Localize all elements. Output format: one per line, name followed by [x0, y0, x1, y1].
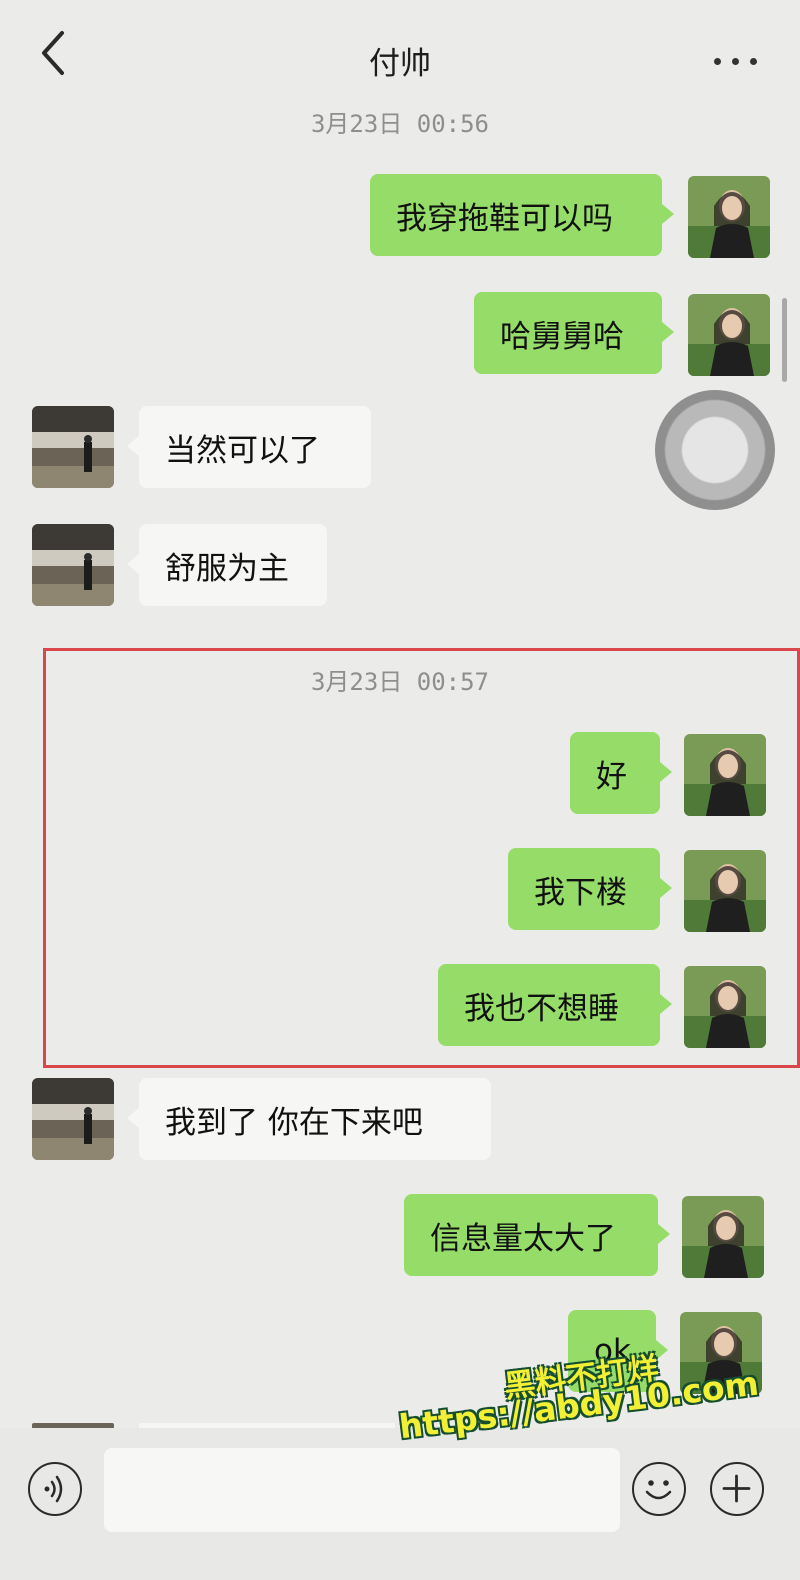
- user-avatar[interactable]: [682, 1196, 764, 1278]
- contact-avatar[interactable]: [32, 524, 114, 606]
- message-row: 我也不想睡: [0, 964, 800, 1048]
- timestamp: 3月23日 00:57: [310, 668, 490, 696]
- message-bubble[interactable]: 好: [570, 732, 660, 814]
- contact-avatar[interactable]: [32, 1078, 114, 1160]
- user-avatar[interactable]: [688, 294, 770, 376]
- timestamp: 3月23日 00:56: [310, 110, 490, 138]
- user-avatar[interactable]: [684, 966, 766, 1048]
- user-avatar[interactable]: [684, 734, 766, 816]
- message-bubble[interactable]: 我也不想睡: [438, 964, 660, 1046]
- message-bubble[interactable]: 我穿拖鞋可以吗: [370, 174, 662, 256]
- user-avatar[interactable]: [688, 176, 770, 258]
- chat-title: 付帅: [369, 46, 431, 82]
- message-bubble[interactable]: 当然可以了: [139, 406, 371, 488]
- message-row: 我下楼: [0, 848, 800, 932]
- message-row: 我穿拖鞋可以吗: [0, 174, 800, 258]
- message-row: 好: [0, 732, 800, 816]
- more-dots-icon[interactable]: [714, 52, 762, 72]
- floating-assistive-button[interactable]: [655, 390, 775, 510]
- input-toolbar: [0, 1428, 800, 1580]
- message-row: 信息量太大了: [0, 1194, 800, 1278]
- message-bubble[interactable]: 舒服为主: [139, 524, 327, 606]
- message-row: 我到了 你在下来吧: [0, 1078, 800, 1162]
- chat-screen: 付帅 3月23日 00:56 我穿拖鞋可以吗 哈舅舅哈 当然可以了 舒服为主 3…: [0, 0, 800, 1580]
- voice-icon[interactable]: [28, 1462, 82, 1516]
- contact-avatar[interactable]: [32, 406, 114, 488]
- plus-icon[interactable]: [710, 1462, 764, 1516]
- message-bubble[interactable]: 我到了 你在下来吧: [139, 1078, 491, 1160]
- chat-header: 付帅: [0, 0, 800, 110]
- emoji-icon[interactable]: [632, 1462, 686, 1516]
- message-row: 舒服为主: [0, 524, 800, 608]
- message-bubble[interactable]: 信息量太大了: [404, 1194, 658, 1276]
- message-bubble[interactable]: 哈舅舅哈: [474, 292, 662, 374]
- message-input[interactable]: [104, 1448, 620, 1532]
- user-avatar[interactable]: [684, 850, 766, 932]
- scrollbar[interactable]: [782, 298, 787, 382]
- message-row: 哈舅舅哈: [0, 292, 800, 376]
- message-bubble[interactable]: 我下楼: [508, 848, 660, 930]
